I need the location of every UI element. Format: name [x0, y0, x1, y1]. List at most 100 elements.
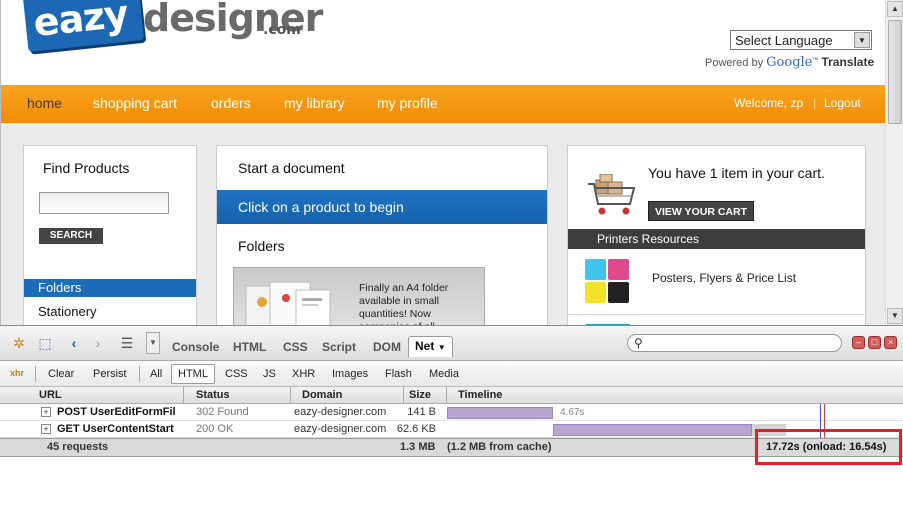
google-logo: Google — [766, 55, 813, 70]
filter-all[interactable]: All — [150, 368, 162, 380]
language-select-value: Select Language — [735, 33, 833, 48]
clear-button[interactable]: Clear — [48, 368, 74, 380]
table-row[interactable]: + POST UserEditFormFil 302 Found eazy-de… — [0, 404, 903, 421]
nav-shopping-cart[interactable]: shopping cart — [93, 95, 177, 111]
choose-product-banner: Click on a product to begin — [217, 190, 547, 224]
category-stationery[interactable]: Stationery — [38, 304, 97, 319]
firebug-toolbar: ✲ ⬚ ‹ › ☰ ▼ Console HTML CSS Script DOM … — [0, 326, 903, 361]
posters-flyers-link[interactable]: Posters, Flyers & Price List — [652, 271, 796, 285]
inspect-icon[interactable]: ⬚ — [36, 334, 54, 352]
close-icon[interactable]: × — [884, 336, 897, 349]
persist-button[interactable]: Persist — [93, 368, 127, 380]
request-status: 302 Found — [196, 406, 249, 418]
shopping-cart-icon — [588, 174, 636, 215]
find-products-title: Find Products — [43, 160, 130, 176]
view-cart-button[interactable]: VIEW YOUR CART — [648, 201, 754, 221]
column-divider — [446, 387, 447, 404]
expand-icon[interactable]: + — [41, 424, 51, 434]
timeline-bar — [553, 424, 752, 436]
welcome-text: Welcome, zp — [734, 96, 804, 110]
separator — [35, 366, 36, 382]
column-domain[interactable]: Domain — [302, 389, 342, 401]
column-size[interactable]: Size — [409, 389, 431, 401]
highlight-box — [755, 429, 902, 465]
search-button[interactable]: SEARCH — [39, 228, 103, 244]
scrollbar-thumb[interactable] — [888, 20, 902, 124]
net-filter-bar: xhr Clear Persist All HTML CSS JS XHR Im… — [0, 361, 903, 387]
category-folders[interactable]: Folders — [24, 279, 196, 297]
chevron-down-icon: ▼ — [437, 343, 446, 352]
xhr-icon[interactable]: xhr — [10, 368, 24, 378]
net-column-header: URL Status Domain Size Timeline — [0, 387, 903, 404]
panel-dropdown-icon[interactable]: ▼ — [146, 332, 160, 354]
cmyk-icon — [585, 259, 631, 305]
forward-arrow-icon[interactable]: › — [89, 334, 107, 352]
column-status[interactable]: Status — [196, 389, 230, 401]
filter-xhr[interactable]: XHR — [292, 368, 315, 380]
tab-console[interactable]: Console — [172, 340, 219, 354]
printers-resources-heading: Printers Resources — [568, 229, 865, 249]
detach-icon[interactable]: □ — [868, 336, 881, 349]
back-arrow-icon[interactable]: ‹ — [65, 334, 83, 352]
firebug-search-input[interactable]: ⚲ — [627, 334, 842, 352]
expand-icon[interactable]: + — [41, 407, 51, 417]
web-page: eazy designer .com Select Language ▼ Pow… — [0, 0, 885, 325]
folder-promo-card[interactable]: Finally an A4 folder available in small … — [233, 267, 485, 325]
site-header: eazy designer .com Select Language ▼ Pow… — [1, 0, 885, 85]
nav-my-profile[interactable]: my profile — [377, 95, 438, 111]
scroll-up-icon[interactable]: ▲ — [887, 1, 903, 17]
filter-media[interactable]: Media — [429, 368, 459, 380]
cart-panel: You have 1 item in your cart. VIEW YOUR … — [567, 145, 866, 325]
logo-eazy-text: eazy — [31, 0, 130, 46]
firebug-bug-icon[interactable]: ✲ — [10, 334, 28, 352]
folder-product-image — [245, 281, 331, 325]
nav-my-library[interactable]: my library — [284, 95, 345, 111]
request-count: 45 requests — [47, 441, 109, 453]
scroll-down-icon[interactable]: ▼ — [887, 308, 903, 324]
tab-css[interactable]: CSS — [283, 340, 308, 354]
tab-net[interactable]: Net ▼ — [408, 336, 453, 357]
request-size: 62.6 KB — [396, 423, 436, 435]
divider — [568, 314, 865, 315]
firebug-panel: ✲ ⬚ ‹ › ☰ ▼ Console HTML CSS Script DOM … — [0, 325, 903, 506]
tab-dom[interactable]: DOM — [373, 340, 401, 354]
folders-heading: Folders — [238, 238, 285, 254]
page-scrollbar[interactable]: ▲ ▼ — [885, 0, 903, 325]
logo-com-text: .com — [263, 22, 301, 38]
request-domain: eazy-designer.com — [294, 423, 387, 435]
logout-link[interactable]: Logout — [824, 96, 861, 110]
column-divider — [183, 387, 184, 404]
folder-promo-text: Finally an A4 folder available in small … — [359, 282, 449, 325]
cache-size: (1.2 MB from cache) — [447, 441, 552, 453]
start-document-panel: Start a document Click on a product to b… — [216, 145, 548, 325]
column-url[interactable]: URL — [39, 389, 62, 401]
tab-script[interactable]: Script — [322, 340, 356, 354]
column-timeline[interactable]: Timeline — [458, 389, 502, 401]
filter-html[interactable]: HTML — [171, 364, 215, 384]
filter-flash[interactable]: Flash — [385, 368, 412, 380]
start-document-title: Start a document — [238, 160, 345, 176]
language-select[interactable]: Select Language ▼ — [730, 30, 872, 50]
product-search-input[interactable] — [39, 192, 169, 214]
logo-eazy-badge[interactable]: eazy — [21, 0, 145, 52]
nav-divider: | — [813, 96, 817, 110]
timeline-label: 4.67s — [560, 407, 585, 418]
main-navbar: home shopping cart orders my library my … — [1, 85, 885, 123]
request-status: 200 OK — [196, 423, 234, 435]
timeline-bar — [447, 407, 553, 419]
menu-icon[interactable]: ☰ — [118, 334, 136, 352]
powered-by-label: Powered by — [705, 57, 764, 69]
request-url: POST UserEditFormFil — [57, 406, 176, 418]
request-url: GET UserContentStart — [57, 423, 174, 435]
request-size: 141 B — [407, 406, 436, 418]
nav-orders[interactable]: orders — [211, 95, 251, 111]
nav-home[interactable]: home — [27, 95, 62, 111]
cart-status-text: You have 1 item in your cart. — [648, 165, 825, 181]
chevron-down-icon[interactable]: ▼ — [854, 32, 870, 48]
tab-net-label: Net — [415, 339, 435, 353]
filter-js[interactable]: JS — [263, 368, 276, 380]
filter-css[interactable]: CSS — [225, 368, 248, 380]
filter-images[interactable]: Images — [332, 368, 368, 380]
tab-html[interactable]: HTML — [233, 340, 266, 354]
minimize-icon[interactable]: – — [852, 336, 865, 349]
